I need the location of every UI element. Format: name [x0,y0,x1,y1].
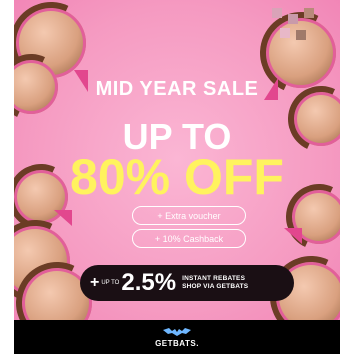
decor-shape [54,210,72,226]
rebate-line-1: INSTANT REBATES [182,275,246,282]
rebate-line-2: SHOP VIA GETBATS [182,283,249,290]
promo-banner[interactable]: MID YEAR SALE UP TO 80% OFF + Extra vouc… [14,0,340,354]
pixelated-block [304,8,314,18]
brand-logo[interactable]: GETBATS. [155,327,199,348]
pixelated-block [280,28,290,38]
footer-bar: GETBATS. [14,320,340,354]
extra-voucher-pill: + Extra voucher [132,206,246,225]
pixelated-block [288,14,298,24]
decor-shape [284,228,302,244]
rebate-up-to: UP TO [101,279,120,286]
rebate-plus: + [90,274,100,291]
rebate-badge[interactable]: + UP TO 2.5% INSTANT REBATES SHOP VIA GE… [80,265,294,301]
rebate-percent: 2.5% [121,269,177,296]
headline-discount: 80% OFF [70,149,284,205]
brand-name: GETBATS. [155,338,199,348]
bat-icon [162,327,191,337]
pixelated-block [296,30,306,40]
rebate-text: INSTANT REBATES SHOP VIA GETBATS [182,275,248,291]
cashback-pill: + 10% Cashback [132,229,246,248]
sale-subtitle: MID YEAR SALE [95,78,259,100]
pixelated-block [272,8,282,18]
